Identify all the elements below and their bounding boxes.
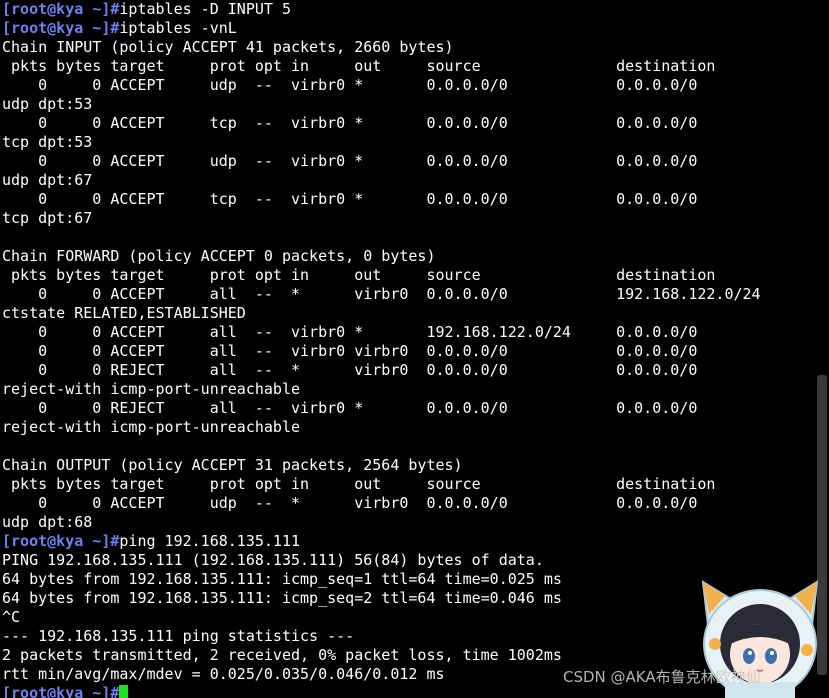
command-text: iptables -D INPUT 5 [119,0,291,18]
output-line: 0 0 REJECT all -- * virbr0 0.0.0.0/0 0.0… [2,361,698,379]
text-cursor[interactable] [119,685,129,698]
output-line: 0 0 ACCEPT tcp -- virbr0 * 0.0.0.0/0 0.0… [2,114,698,132]
output-line: Chain OUTPUT (policy ACCEPT 31 packets, … [2,456,463,474]
output-line: 0 0 ACCEPT udp -- virbr0 * 0.0.0.0/0 0.0… [2,76,698,94]
output-line: udp dpt:68 [2,513,93,531]
output-line: Chain FORWARD (policy ACCEPT 0 packets, … [2,247,436,265]
output-line: 0 0 ACCEPT all -- virbr0 virbr0 0.0.0.0/… [2,342,698,360]
output-line: pkts bytes target prot opt in out source… [2,475,716,493]
shell-prompt: [root@kya ~]# [2,19,120,37]
output-line: 64 bytes from 192.168.135.111: icmp_seq=… [2,570,562,588]
shell-prompt: [root@kya ~]# [2,0,120,18]
output-line: reject-with icmp-port-unreachable [2,380,301,398]
shell-prompt: [root@kya ~]# [2,684,120,698]
output-line: udp dpt:53 [2,95,93,113]
output-line: Chain INPUT (policy ACCEPT 41 packets, 2… [2,38,454,56]
output-line: 64 bytes from 192.168.135.111: icmp_seq=… [2,589,562,607]
output-line: pkts bytes target prot opt in out source… [2,57,716,75]
output-line: pkts bytes target prot opt in out source… [2,266,716,284]
output-line: 0 0 ACCEPT udp -- virbr0 * 0.0.0.0/0 0.0… [2,152,698,170]
output-line: 0 0 ACCEPT all -- * virbr0 0.0.0.0/0 192… [2,285,761,303]
output-line: tcp dpt:53 [2,133,93,151]
output-line: 2 packets transmitted, 2 received, 0% pa… [2,646,562,664]
output-line: tcp dpt:67 [2,209,93,227]
prompt-line: [root@kya ~]#iptables -D INPUT 5 [2,0,812,19]
output-line: 0 0 ACCEPT udp -- * virbr0 0.0.0.0/0 0.0… [2,494,698,512]
shell-prompt: [root@kya ~]# [2,532,120,550]
prompt-line: [root@kya ~]#iptables -vnL [2,19,812,38]
terminal-output[interactable]: [root@kya ~]#iptables -D INPUT 5 [root@ky… [2,0,812,698]
output-line: ctstate RELATED,ESTABLISHED [2,304,246,322]
output-line: ^C [2,608,21,626]
output-line: reject-with icmp-port-unreachable [2,418,301,436]
output-line: udp dpt:67 [2,171,93,189]
prompt-line: [root@kya ~]#ping 192.168.135.111 [2,532,812,551]
command-text: ping 192.168.135.111 [119,532,301,550]
output-line: 0 0 ACCEPT all -- virbr0 * 192.168.122.0… [2,323,698,341]
output-line: PING 192.168.135.111 (192.168.135.111) 5… [2,551,544,569]
watermark-text: CSDN @AKA布鲁克林欧神仙 [563,668,761,686]
output-line: 0 0 ACCEPT tcp -- virbr0 * 0.0.0.0/0 0.0… [2,190,698,208]
output-line: --- 192.168.135.111 ping statistics --- [2,627,355,645]
command-text: iptables -vnL [119,19,237,37]
output-line: 0 0 REJECT all -- virbr0 * 0.0.0.0/0 0.0… [2,399,698,417]
